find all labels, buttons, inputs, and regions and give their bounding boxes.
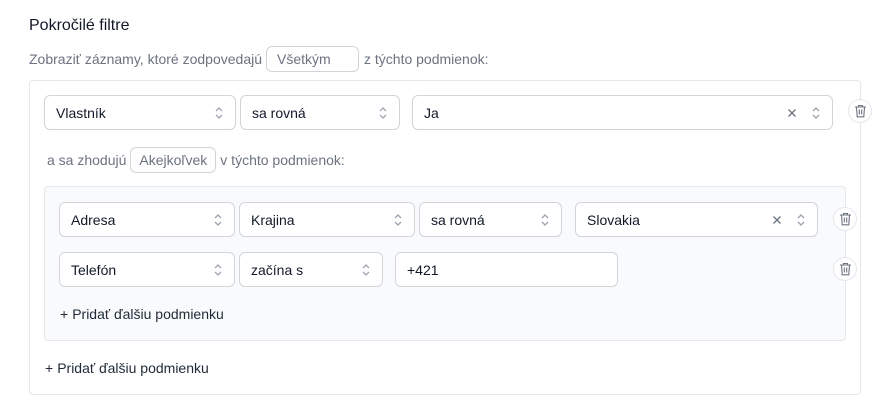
group-rule1-subfield-select[interactable]: Krajina (239, 202, 415, 237)
group-add-condition-button[interactable]: + Pridať ďalšiu podmienku (60, 306, 224, 322)
group-rule1-operator-value: sa rovná (431, 211, 485, 228)
group-rule1-subfield-value: Krajina (251, 211, 295, 228)
chevron-up-down-icon (541, 213, 549, 226)
chevron-up-down-icon (362, 263, 370, 276)
group-rule2-value-text: +421 (407, 261, 439, 278)
x-icon[interactable] (772, 215, 782, 225)
plus-icon: + (60, 306, 69, 322)
add-condition-label: Pridať ďalšiu podmienku (57, 360, 209, 376)
group-match-sentence: a sa zhodujú Akejkoľvek v týchto podmien… (47, 147, 345, 173)
chevron-up-down-icon (797, 213, 805, 226)
group-rule1-delete-button[interactable] (833, 207, 857, 231)
chevron-up-down-icon (214, 213, 222, 226)
group-rule1-field-value: Adresa (71, 211, 116, 228)
group-suffix: v týchto podmienok: (220, 152, 345, 168)
trash-icon (839, 212, 851, 226)
group-rule1-value-text: Slovakia (587, 211, 640, 228)
trash-icon (854, 104, 866, 118)
rule1-value-text: Ja (424, 104, 439, 121)
plus-icon: + (45, 360, 54, 376)
chevron-up-down-icon (812, 106, 820, 119)
group-rule2-delete-button[interactable] (833, 257, 857, 281)
chevron-up-down-icon (379, 106, 387, 119)
group-rule1-field-select[interactable]: Adresa (59, 202, 235, 237)
group-add-condition-label: Pridať ďalšiu podmienku (72, 306, 224, 322)
match-mode-select[interactable]: Všetkým (266, 46, 359, 72)
page-title: Pokročilé filtre (29, 17, 130, 34)
rule1-delete-button[interactable] (848, 99, 872, 123)
group-rule1-value-select[interactable]: Slovakia (575, 202, 818, 237)
chevron-up-down-icon (214, 263, 222, 276)
group-rule2-value-input[interactable]: +421 (395, 252, 618, 287)
add-condition-button[interactable]: + Pridať ďalšiu podmienku (45, 360, 209, 376)
group-rule1-operator-select[interactable]: sa rovná (419, 202, 562, 237)
rule1-operator-select[interactable]: sa rovná (240, 95, 400, 130)
chevron-up-down-icon (215, 106, 223, 119)
group-prefix: a sa zhodujú (47, 152, 127, 168)
rule1-value-select[interactable]: Ja (412, 95, 833, 130)
group-rule2-operator-select[interactable]: začína s (239, 252, 383, 287)
match-suffix: z týchto podmienok: (364, 51, 489, 67)
match-sentence: Zobraziť záznamy, ktoré zodpovedajú Všet… (29, 46, 489, 72)
group-rule2-field-select[interactable]: Telefón (59, 252, 235, 287)
rule1-field-value: Vlastník (56, 104, 106, 121)
rule1-field-select[interactable]: Vlastník (44, 95, 236, 130)
chevron-up-down-icon (394, 213, 402, 226)
match-prefix: Zobraziť záznamy, ktoré zodpovedajú (29, 51, 262, 67)
group-rule2-field-value: Telefón (71, 261, 117, 278)
rule1-operator-value: sa rovná (252, 104, 306, 121)
group-rule2-operator-value: začína s (251, 261, 304, 278)
group-match-mode-select[interactable]: Akejkoľvek (130, 147, 217, 173)
x-icon[interactable] (787, 108, 797, 118)
trash-icon (839, 262, 851, 276)
